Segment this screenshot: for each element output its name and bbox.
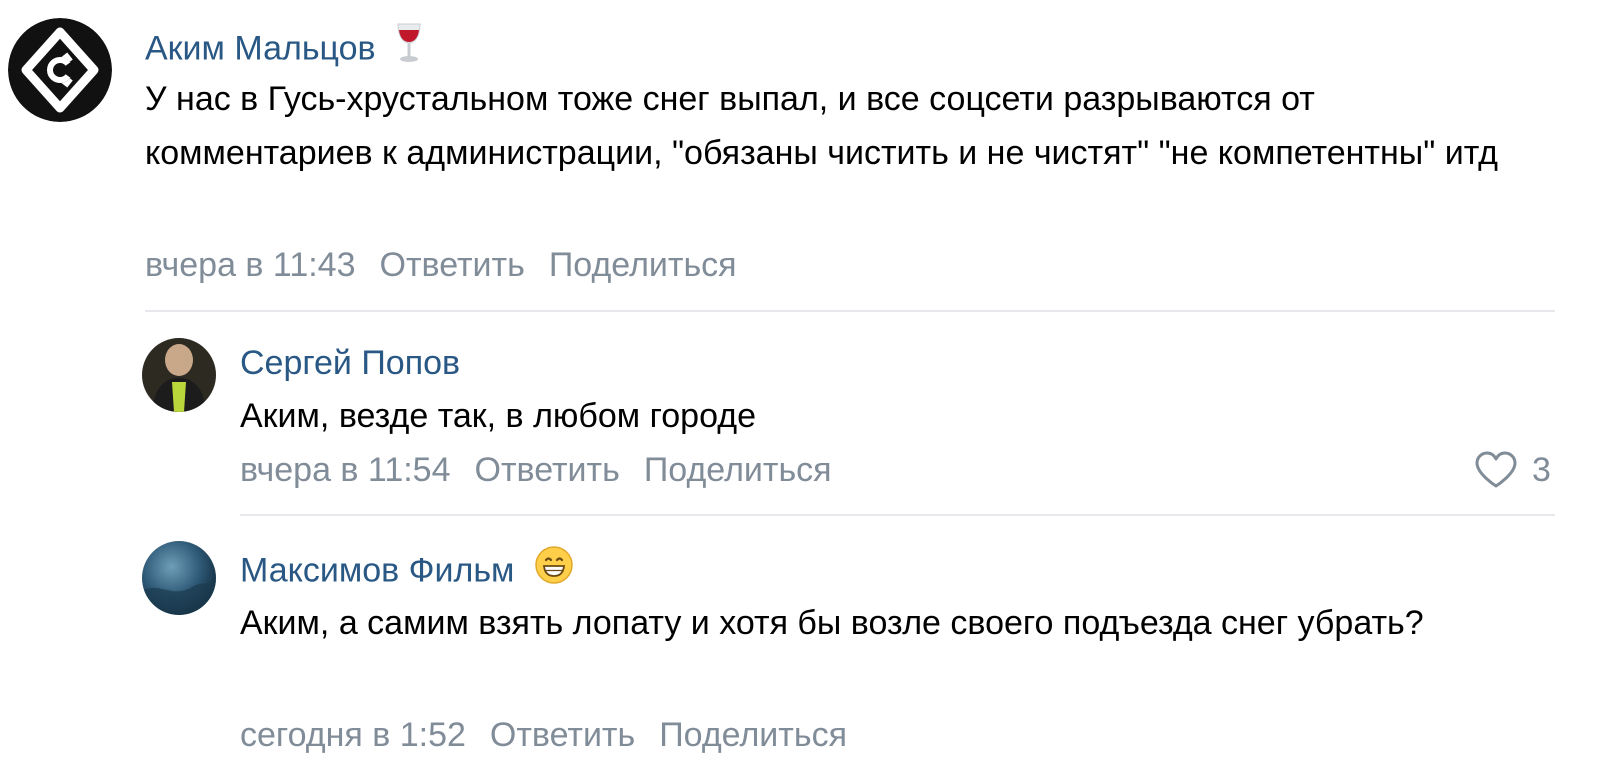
like-count: 3 xyxy=(1532,451,1551,489)
like-button[interactable]: 3 xyxy=(1474,450,1551,490)
author-name[interactable]: Аким Мальцов xyxy=(145,22,423,76)
author-name-text: Аким Мальцов xyxy=(145,29,376,68)
grinning-face-icon xyxy=(534,545,574,594)
avatar[interactable] xyxy=(142,338,216,412)
comment-meta: вчера в 11:54 Ответить Поделиться xyxy=(240,450,856,490)
avatar[interactable] xyxy=(8,18,112,122)
reply-button[interactable]: Ответить xyxy=(490,716,635,754)
reply-button[interactable]: Ответить xyxy=(475,451,620,489)
comment-date[interactable]: вчера в 11:54 xyxy=(240,451,451,489)
heart-icon xyxy=(1475,451,1517,488)
share-button[interactable]: Поделиться xyxy=(659,716,847,754)
reply-button[interactable]: Ответить xyxy=(380,246,525,284)
comment-text: Аким, а самим взять лопату и хотя бы воз… xyxy=(240,604,1424,642)
avatar-logo-icon xyxy=(8,18,112,122)
divider xyxy=(240,514,1555,516)
comment-date[interactable]: вчера в 11:43 xyxy=(145,246,356,284)
avatar-photo-icon xyxy=(142,541,216,615)
avatar-photo-icon xyxy=(142,338,216,412)
comment-text: Аким, везде так, в любом городе xyxy=(240,397,756,435)
avatar[interactable] xyxy=(142,541,216,615)
author-name[interactable]: Сергей Попов xyxy=(240,343,460,383)
comment-meta: сегодня в 1:52 Ответить Поделиться xyxy=(240,715,871,755)
share-button[interactable]: Поделиться xyxy=(644,451,832,489)
comment-text: У нас в Гусь-хрустальном тоже снег выпал… xyxy=(145,80,1498,172)
author-name-text: Максимов Фильм xyxy=(240,551,515,590)
wine-glass-icon xyxy=(395,22,423,73)
comment-meta: вчера в 11:43 Ответить Поделиться xyxy=(145,245,761,285)
comment-thread: Аким Мальцов У нас в Гусь-хрустальном то… xyxy=(0,0,1600,778)
share-button[interactable]: Поделиться xyxy=(549,246,737,284)
author-name[interactable]: Максимов Фильм xyxy=(240,545,574,597)
comment-date[interactable]: сегодня в 1:52 xyxy=(240,716,466,754)
divider xyxy=(145,310,1555,312)
author-name-text: Сергей Попов xyxy=(240,344,461,382)
